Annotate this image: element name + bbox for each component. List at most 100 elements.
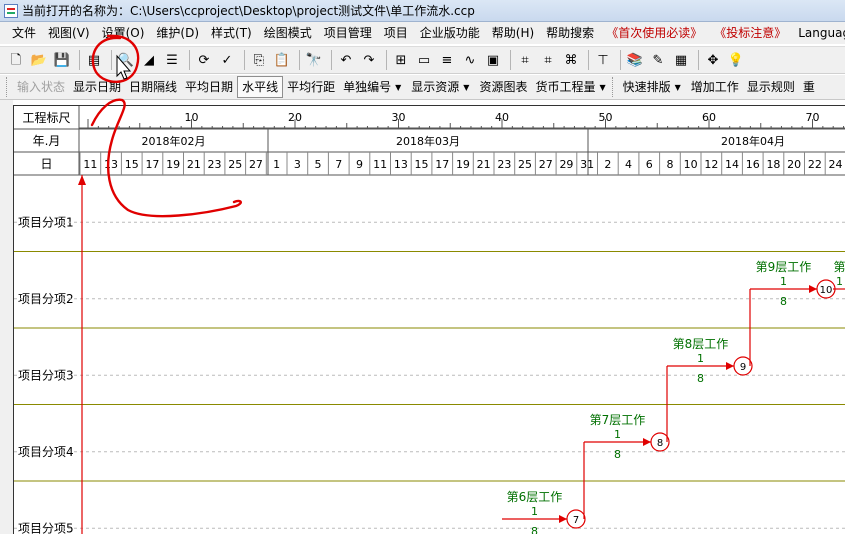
task-name: 第9层工作 [756,260,812,274]
stack-icon[interactable]: ≡ [437,50,457,70]
menu-item-10[interactable]: 帮助搜索 [540,22,600,44]
day-label: 11 [83,158,97,171]
event-node-label: 7 [573,515,579,526]
arrowhead-icon [726,362,734,370]
menu-item-9[interactable]: 帮助(H) [486,22,540,44]
schedule-canvas[interactable]: 工程标尺 年.月日 10 20 30 40 50 60 70 2018年02月 2018年03月 20… [13,105,845,534]
toolbar-separator [244,50,245,70]
layout-icon[interactable]: ▦ [671,50,691,70]
day-label: 4 [625,158,632,171]
toolbar-grip[interactable] [6,77,9,97]
row-label: 项目分项5 [18,521,74,534]
task-duration-top: 1 [531,505,538,518]
menu-item-0[interactable]: 文件 [6,22,42,44]
find-icon[interactable]: 🔭 [304,50,324,70]
day-label: 2 [604,158,611,171]
edit-icon[interactable]: ✎ [648,50,668,70]
toolbar-separator [189,50,190,70]
menu-item-1[interactable]: 视图(V) [42,22,96,44]
dropdown-arrow-icon[interactable]: ▼ [675,83,681,92]
day-label: 21 [477,158,491,171]
menu-item-2[interactable]: 设置(O) [96,22,151,44]
toolbar2-button-2[interactable]: 日期隔线 [125,77,181,97]
day-label: 22 [808,158,822,171]
network-icon[interactable]: ⊞ [391,50,411,70]
bulb-icon[interactable]: 💡 [726,50,746,70]
toolbar2-button-6[interactable]: 单独编号 [339,77,395,97]
toolbar2-button-5[interactable]: 平均行距 [283,77,339,97]
book-icon[interactable]: 📚 [625,50,645,70]
menu-item-12[interactable]: 《投标注意》 [708,22,792,44]
day-label: 21 [187,158,201,171]
toolbar2-button-0[interactable]: 输入状态 [13,77,69,97]
toolbar2-button-11[interactable]: 增加工作 [687,77,743,97]
arrowhead-icon [559,515,567,523]
header-row-label: 年.月 [33,134,61,148]
day-label: 27 [539,158,553,171]
task-name: 第7层工作 [590,413,646,427]
menu-item-13[interactable]: Language [792,22,845,44]
network-chart[interactable]: 工程标尺年.月日 10 20 30 40 50 60 70 2018年02月 2018年03月 20… [14,106,845,534]
outline-icon[interactable]: ☰ [162,50,182,70]
new-file-icon[interactable]: 🗋 [6,50,26,70]
resource-icon[interactable]: ▣ [483,50,503,70]
print-icon[interactable]: ▤ [84,50,104,70]
toolbar2-button-12[interactable]: 显示规则 [743,77,799,97]
toolbar2-button-7[interactable]: 显示资源 [407,77,463,97]
toolbar-separator [79,50,80,70]
menu-item-3[interactable]: 维护(D) [150,22,205,44]
day-label: 31 [580,158,594,171]
day-label: 24 [829,158,843,171]
format-icon[interactable]: ◢ [139,50,159,70]
toolbar-grip[interactable] [611,77,615,97]
day-label: 29 [559,158,573,171]
menu-item-4[interactable]: 样式(T) [205,22,258,44]
bar-icon[interactable]: ▭ [414,50,434,70]
task-duration-bottom: 8 [531,525,538,534]
day-label: 18 [766,158,780,171]
month-label: 2018年04月 [721,134,785,148]
toolbar2-button-13[interactable]: 重 [799,77,819,97]
toolbar2-button-3[interactable]: 平均日期 [181,77,237,97]
grid3-icon[interactable]: ⌘ [561,50,581,70]
day-label: 1 [273,158,280,171]
day-label: 11 [373,158,387,171]
refresh-icon[interactable]: ⟳ [194,50,214,70]
day-label: 6 [646,158,653,171]
toolbar2-button-1[interactable]: 显示日期 [69,77,125,97]
menu-item-11[interactable]: 《首次使用必读》 [600,22,708,44]
menu-bar: 文件 视图(V) 设置(O) 维护(D) 样式(T) 绘图模式 项目管理 项目 企业版功能 帮助(… [0,22,845,44]
task-duration-bottom: 8 [780,295,787,308]
day-label: 3 [294,158,301,171]
move-icon[interactable]: ✥ [703,50,723,70]
undo-icon[interactable]: ↶ [336,50,356,70]
toolbar2-button-4[interactable]: 水平线 [237,76,284,98]
menu-item-5[interactable]: 绘图模式 [258,22,318,44]
menu-item-7[interactable]: 项目 [378,22,414,44]
menu-item-6[interactable]: 项目管理 [318,22,378,44]
scale-tick-label: 40 [495,111,509,124]
grid2-icon[interactable]: ⌗ [538,50,558,70]
align-icon[interactable]: ⊤ [593,50,613,70]
paste-icon[interactable]: 📋 [272,50,292,70]
check-icon[interactable]: ✓ [217,50,237,70]
redo-icon[interactable]: ↷ [359,50,379,70]
print-preview-icon[interactable]: 🔍 [116,50,136,70]
dropdown-arrow-icon[interactable]: ▼ [599,83,605,92]
toolbar2-button-9[interactable]: 货币工程量 [531,77,599,97]
toolbar2-button-8[interactable]: 资源图表 [475,77,531,97]
dropdown-arrow-icon[interactable]: ▼ [395,83,401,92]
event-node-label: 9 [740,362,746,373]
day-label: 25 [228,158,242,171]
grid1-icon[interactable]: ⌗ [515,50,535,70]
copy-icon[interactable]: ⎘ [249,50,269,70]
save-icon[interactable]: 💾 [52,50,72,70]
scale-tick-label: 60 [702,111,716,124]
scale-tick-label: 30 [392,111,406,124]
day-label: 23 [497,158,511,171]
line-icon[interactable]: ∿ [460,50,480,70]
dropdown-arrow-icon[interactable]: ▼ [463,83,469,92]
toolbar2-button-10[interactable]: 快速排版 [619,77,675,97]
open-folder-icon[interactable]: 📂 [29,50,49,70]
menu-item-8[interactable]: 企业版功能 [414,22,486,44]
